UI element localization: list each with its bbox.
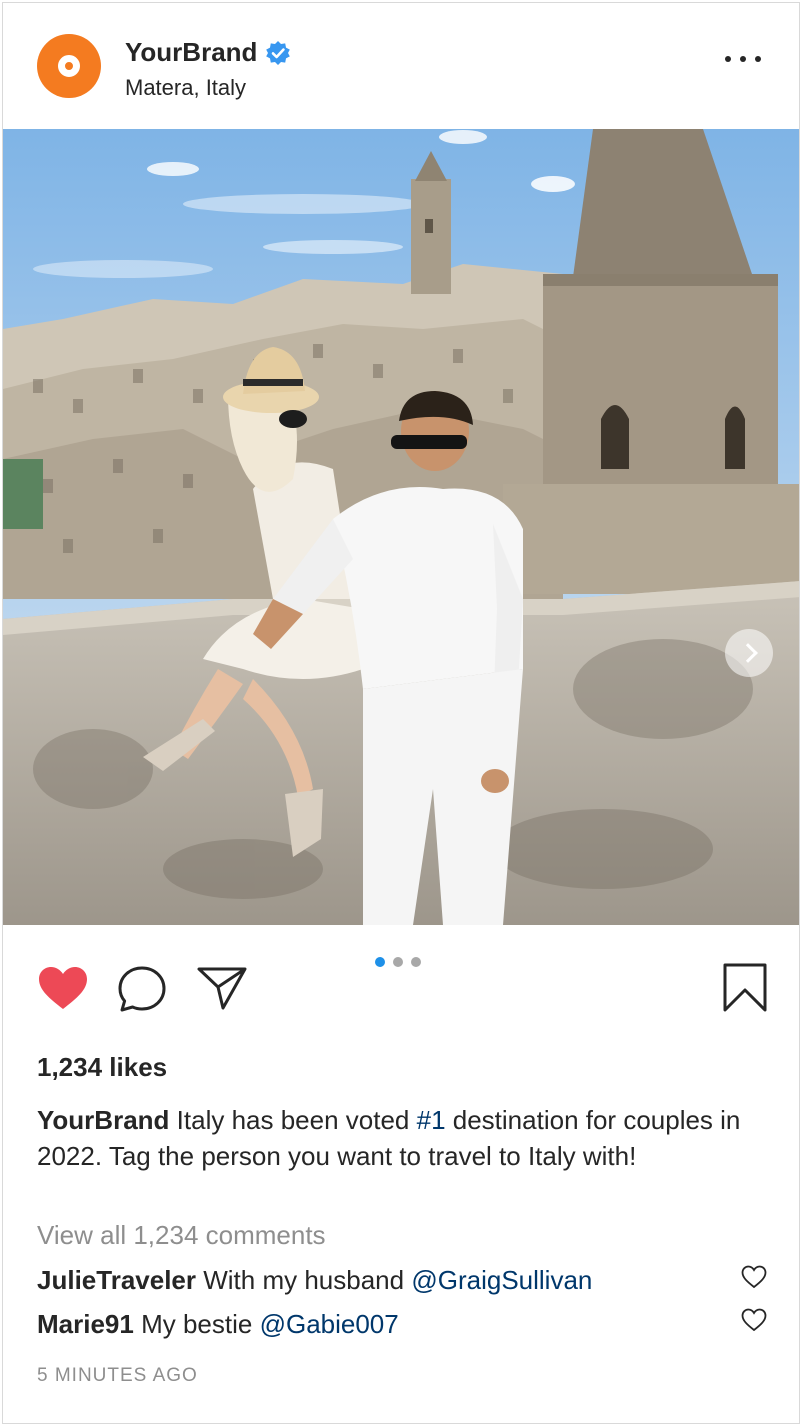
post-header: YourBrand Matera, Italy (3, 3, 799, 129)
post-photo[interactable] (3, 129, 799, 925)
username[interactable]: YourBrand (125, 37, 257, 68)
carousel-indicator (375, 957, 421, 967)
carousel-dot (393, 957, 403, 967)
caption-text: Italy has been voted (176, 1105, 410, 1135)
post-timestamp: 5 MINUTES AGO (37, 1365, 198, 1386)
username-row: YourBrand (125, 37, 291, 68)
comment-text: With my husband (203, 1265, 405, 1295)
more-options-button[interactable] (725, 47, 761, 71)
caption-username[interactable]: YourBrand (37, 1105, 169, 1135)
post-location[interactable]: Matera, Italy (125, 75, 246, 101)
comment-username[interactable]: Marie91 (37, 1309, 134, 1339)
carousel-next-button[interactable] (725, 629, 773, 677)
carousel-dot-active (375, 957, 385, 967)
view-all-comments-link[interactable]: View all 1,234 comments (37, 1220, 326, 1251)
carousel-dot (411, 957, 421, 967)
comment-mention[interactable]: @GraigSullivan (411, 1265, 592, 1295)
caption-hashtag[interactable]: #1 (417, 1105, 446, 1135)
post-card: YourBrand Matera, Italy 1,234 likes Your… (2, 2, 800, 1424)
heart-filled-icon[interactable] (37, 965, 89, 1011)
comment-mention[interactable]: @Gabie007 (260, 1309, 399, 1339)
comment-item: Marie91 My bestie @Gabie007 (37, 1309, 399, 1340)
action-bar (3, 925, 799, 1035)
verified-badge-icon (266, 40, 291, 65)
comment-like-heart-icon[interactable] (741, 1265, 767, 1289)
avatar[interactable] (37, 34, 101, 98)
post-caption: YourBrand Italy has been voted #1 destin… (37, 1102, 757, 1174)
likes-count[interactable]: 1,234 likes (37, 1052, 167, 1083)
photo-illustration (3, 129, 799, 925)
bookmark-icon[interactable] (721, 963, 769, 1013)
more-dot-icon (740, 56, 746, 62)
comment-icon[interactable] (116, 965, 168, 1013)
comment-username[interactable]: JulieTraveler (37, 1265, 196, 1295)
more-dot-icon (755, 56, 761, 62)
comment-item: JulieTraveler With my husband @GraigSull… (37, 1265, 592, 1296)
comment-like-heart-icon[interactable] (741, 1308, 767, 1332)
more-dot-icon (725, 56, 731, 62)
paper-plane-icon[interactable] (196, 965, 248, 1011)
comment-text: My bestie (141, 1309, 253, 1339)
